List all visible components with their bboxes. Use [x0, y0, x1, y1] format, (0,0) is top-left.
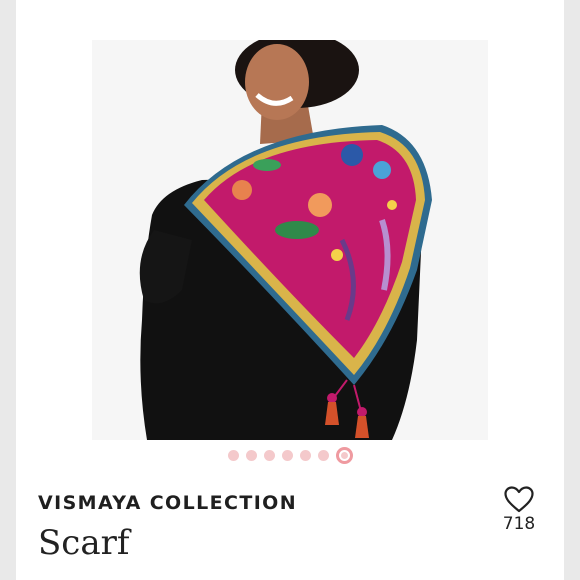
- carousel-dot[interactable]: [299, 449, 311, 461]
- listing-title: Scarf: [38, 523, 130, 563]
- like-button[interactable]: 718: [494, 486, 544, 546]
- carousel-pagination: [16, 444, 564, 466]
- carousel-dot[interactable]: [227, 449, 239, 461]
- heart-outline-icon[interactable]: [504, 486, 534, 513]
- carousel-dot[interactable]: [317, 449, 329, 461]
- product-photo[interactable]: [92, 40, 488, 440]
- carousel-dot[interactable]: [245, 449, 257, 461]
- brand-name[interactable]: VISMAYA COLLECTION: [38, 492, 297, 514]
- carousel-dot-active[interactable]: [335, 446, 353, 464]
- carousel-dot[interactable]: [263, 449, 275, 461]
- carousel-dot[interactable]: [281, 449, 293, 461]
- listing-card: VISMAYA COLLECTION Scarf 718: [16, 0, 564, 580]
- product-image-carousel[interactable]: [16, 0, 564, 440]
- like-count: 718: [502, 514, 536, 534]
- model-wearing-scarf-illustration: [92, 40, 488, 440]
